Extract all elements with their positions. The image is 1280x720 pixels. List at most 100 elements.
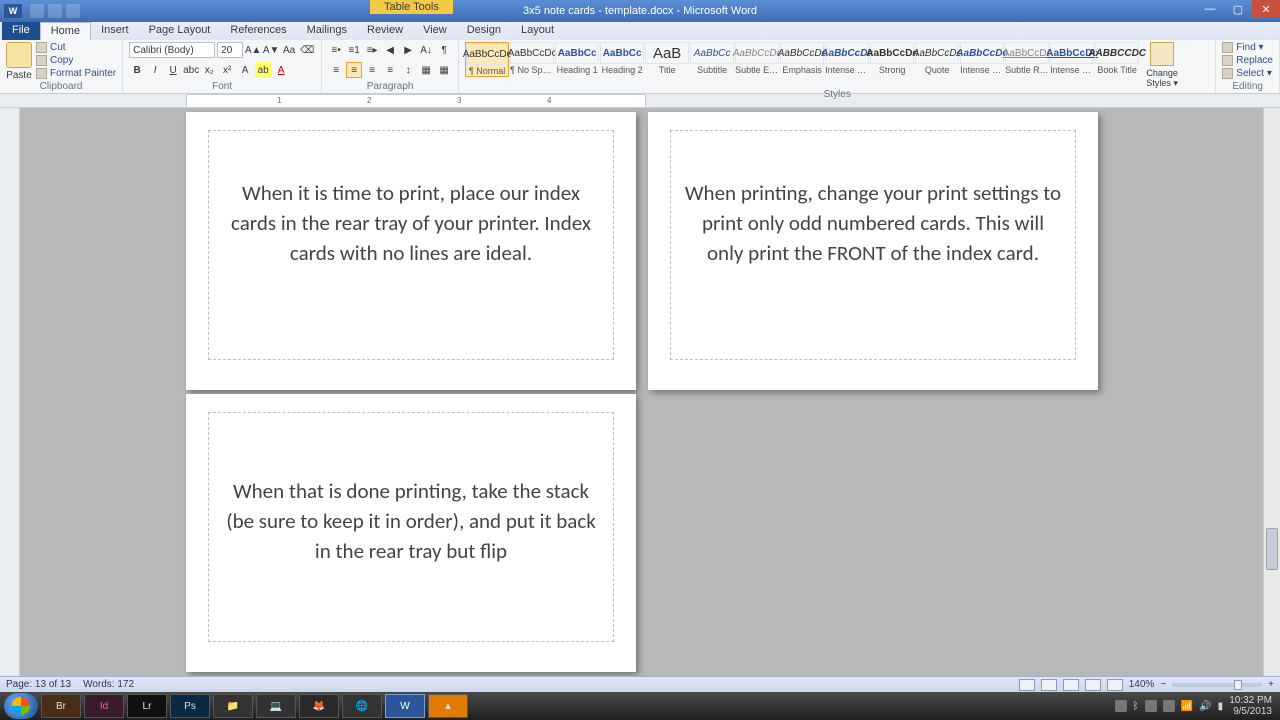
style-subtitle[interactable]: AaBbCcSubtitle bbox=[690, 42, 734, 77]
tray-icon[interactable] bbox=[1115, 700, 1127, 712]
card-text-box[interactable]: When it is time to print, place our inde… bbox=[208, 130, 614, 360]
style-subtle-reference[interactable]: AaBbCcDcSubtle Ref... bbox=[1005, 42, 1049, 77]
grow-font-button[interactable]: A▲ bbox=[245, 42, 261, 58]
zoom-out-button[interactable]: − bbox=[1160, 679, 1166, 690]
align-left-button[interactable]: ≡ bbox=[328, 62, 344, 78]
maximize-button[interactable]: ▢ bbox=[1224, 0, 1252, 18]
change-case-button[interactable]: Aa bbox=[281, 42, 297, 58]
undo-icon[interactable] bbox=[48, 4, 62, 18]
underline-button[interactable]: U bbox=[165, 62, 181, 78]
clear-formatting-button[interactable]: ⌫ bbox=[299, 42, 315, 58]
taskbar-app-photoshop[interactable]: Ps bbox=[170, 694, 210, 718]
taskbar-app-bridge[interactable]: Br bbox=[41, 694, 81, 718]
tray-icon[interactable] bbox=[1163, 700, 1175, 712]
taskbar-app-vlc[interactable]: ▲ bbox=[428, 694, 468, 718]
bold-button[interactable]: B bbox=[129, 62, 145, 78]
font-size-select[interactable]: 20 bbox=[217, 42, 243, 58]
line-spacing-button[interactable]: ↕ bbox=[400, 62, 416, 78]
show-marks-button[interactable]: ¶ bbox=[436, 42, 452, 58]
style-normal[interactable]: AaBbCcDc¶ Normal bbox=[465, 42, 509, 77]
font-color-button[interactable]: A bbox=[273, 62, 289, 78]
word-count[interactable]: Words: 172 bbox=[83, 679, 134, 690]
style-intense-quote[interactable]: AaBbCcDcIntense Q... bbox=[960, 42, 1004, 77]
tab-file[interactable]: File bbox=[2, 22, 40, 40]
card-text[interactable]: When printing, change your print setting… bbox=[683, 179, 1063, 268]
select-button[interactable]: Select ▾ bbox=[1222, 68, 1273, 79]
style-title[interactable]: AaBTitle bbox=[645, 42, 689, 77]
shrink-font-button[interactable]: A▼ bbox=[263, 42, 279, 58]
format-painter-button[interactable]: Format Painter bbox=[36, 68, 116, 79]
minimize-button[interactable]: — bbox=[1196, 0, 1224, 18]
increase-indent-button[interactable]: ▶ bbox=[400, 42, 416, 58]
view-draft-button[interactable] bbox=[1107, 679, 1123, 691]
strikethrough-button[interactable]: abc bbox=[183, 62, 199, 78]
style-no-spacing[interactable]: AaBbCcDc¶ No Spaci... bbox=[510, 42, 554, 77]
document-canvas[interactable]: When it is time to print, place our inde… bbox=[20, 108, 1263, 677]
superscript-button[interactable]: x² bbox=[219, 62, 235, 78]
view-web-layout-button[interactable] bbox=[1063, 679, 1079, 691]
copy-button[interactable]: Copy bbox=[36, 55, 116, 66]
scrollbar-thumb[interactable] bbox=[1266, 528, 1278, 570]
tab-design[interactable]: Design bbox=[457, 22, 511, 40]
clock[interactable]: 10:32 PM 9/5/2013 bbox=[1229, 695, 1272, 717]
taskbar-app-lightroom[interactable]: Lr bbox=[127, 694, 167, 718]
taskbar-app-firefox[interactable]: 🦊 bbox=[299, 694, 339, 718]
multilevel-button[interactable]: ≡▸ bbox=[364, 42, 380, 58]
highlight-button[interactable]: ab bbox=[255, 62, 271, 78]
quick-access-toolbar[interactable] bbox=[30, 4, 80, 18]
bluetooth-icon[interactable]: ᛒ bbox=[1133, 701, 1139, 712]
index-card-page[interactable]: When that is done printing, take the sta… bbox=[186, 394, 636, 672]
align-right-button[interactable]: ≡ bbox=[364, 62, 380, 78]
text-effects-button[interactable]: A bbox=[237, 62, 253, 78]
save-icon[interactable] bbox=[30, 4, 44, 18]
style-subtle-emphasis[interactable]: AaBbCcDcSubtle Em... bbox=[735, 42, 779, 77]
numbering-button[interactable]: ≡1 bbox=[346, 42, 362, 58]
zoom-slider-thumb[interactable] bbox=[1234, 680, 1242, 690]
style-heading-1[interactable]: AaBbCcHeading 1 bbox=[555, 42, 599, 77]
cut-button[interactable]: Cut bbox=[36, 42, 116, 53]
subscript-button[interactable]: x₂ bbox=[201, 62, 217, 78]
decrease-indent-button[interactable]: ◀ bbox=[382, 42, 398, 58]
tab-page-layout[interactable]: Page Layout bbox=[139, 22, 221, 40]
battery-icon[interactable]: ▮ bbox=[1218, 701, 1224, 712]
tab-layout[interactable]: Layout bbox=[511, 22, 564, 40]
system-tray[interactable]: ᛒ 📶 🔊 ▮ 10:32 PM 9/5/2013 bbox=[1115, 695, 1276, 717]
tray-icon[interactable] bbox=[1145, 700, 1157, 712]
index-card-page[interactable]: When it is time to print, place our inde… bbox=[186, 112, 636, 390]
card-text-box[interactable]: When printing, change your print setting… bbox=[670, 130, 1076, 360]
style-book-title[interactable]: AABBCCDCBook Title bbox=[1095, 42, 1139, 77]
italic-button[interactable]: I bbox=[147, 62, 163, 78]
taskbar-app-word[interactable]: W bbox=[385, 694, 425, 718]
zoom-slider[interactable] bbox=[1172, 683, 1262, 687]
card-text-box[interactable]: When that is done printing, take the sta… bbox=[208, 412, 614, 642]
find-button[interactable]: Find ▾ bbox=[1222, 42, 1273, 53]
zoom-level[interactable]: 140% bbox=[1129, 679, 1155, 690]
change-styles-button[interactable]: Change Styles ▾ bbox=[1143, 42, 1181, 89]
taskbar-app-chrome[interactable]: 🌐 bbox=[342, 694, 382, 718]
taskbar-app-indesign[interactable]: Id bbox=[84, 694, 124, 718]
tab-mailings[interactable]: Mailings bbox=[297, 22, 357, 40]
tab-references[interactable]: References bbox=[220, 22, 296, 40]
style-intense-emphasis[interactable]: AaBbCcDcIntense E... bbox=[825, 42, 869, 77]
vertical-ruler[interactable] bbox=[0, 108, 20, 677]
redo-icon[interactable] bbox=[66, 4, 80, 18]
tab-review[interactable]: Review bbox=[357, 22, 413, 40]
start-button[interactable] bbox=[4, 693, 38, 719]
styles-gallery[interactable]: AaBbCcDc¶ Normal AaBbCcDc¶ No Spaci... A… bbox=[465, 42, 1139, 77]
borders-button[interactable]: ▦ bbox=[436, 62, 452, 78]
card-text[interactable]: When it is time to print, place our inde… bbox=[221, 179, 601, 268]
taskbar-app-remote[interactable]: 💻 bbox=[256, 694, 296, 718]
page-indicator[interactable]: Page: 13 of 13 bbox=[6, 679, 71, 690]
align-center-button[interactable]: ≡ bbox=[346, 62, 362, 78]
paste-button[interactable]: Paste bbox=[6, 42, 32, 81]
font-name-select[interactable]: Calibri (Body) bbox=[129, 42, 215, 58]
justify-button[interactable]: ≡ bbox=[382, 62, 398, 78]
style-emphasis[interactable]: AaBbCcDcEmphasis bbox=[780, 42, 824, 77]
style-quote[interactable]: AaBbCcDcQuote bbox=[915, 42, 959, 77]
style-strong[interactable]: AaBbCcDcStrong bbox=[870, 42, 914, 77]
close-button[interactable]: ✕ bbox=[1252, 0, 1280, 18]
card-text[interactable]: When that is done printing, take the sta… bbox=[221, 477, 601, 566]
index-card-page[interactable]: When printing, change your print setting… bbox=[648, 112, 1098, 390]
view-print-layout-button[interactable] bbox=[1019, 679, 1035, 691]
view-full-screen-button[interactable] bbox=[1041, 679, 1057, 691]
